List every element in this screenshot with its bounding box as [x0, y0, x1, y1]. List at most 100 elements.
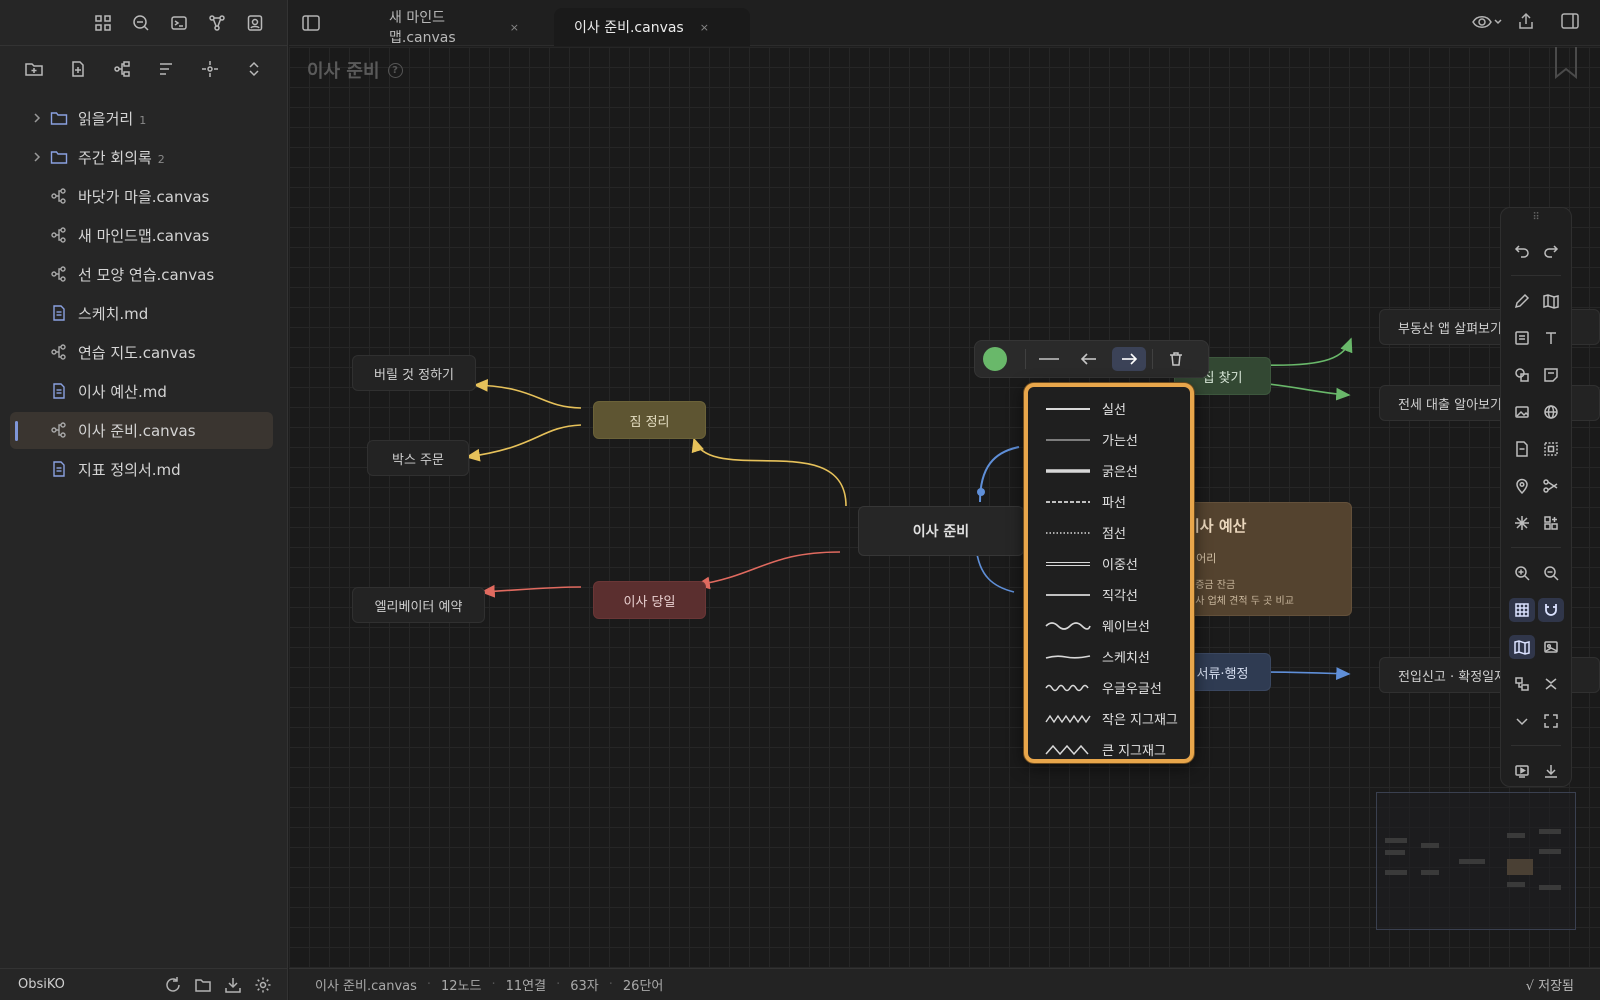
- profile-icon[interactable]: [245, 13, 265, 33]
- undo-icon[interactable]: [1509, 239, 1535, 263]
- export-download-icon[interactable]: [1538, 759, 1564, 783]
- sort-icon[interactable]: [156, 59, 176, 79]
- share-icon[interactable]: [1516, 11, 1538, 33]
- node-box-order[interactable]: 박스 주문: [367, 440, 469, 476]
- refresh-icon[interactable]: [164, 976, 182, 994]
- tree-file-active[interactable]: 이사 준비.canvas: [10, 412, 273, 449]
- graph-icon[interactable]: [207, 13, 227, 33]
- tree-item-label: 스케치.md: [78, 305, 149, 323]
- new-folder-icon[interactable]: [24, 59, 44, 79]
- add-widget-icon[interactable]: [1538, 511, 1564, 535]
- snap-magnet-icon[interactable]: [1537, 598, 1564, 622]
- presentation-icon[interactable]: [1509, 759, 1535, 783]
- download-icon[interactable]: [224, 976, 242, 994]
- group-select-icon[interactable]: [1538, 437, 1564, 461]
- canvas-view[interactable]: 이사 준비 ? 버릴 것 정하기 박스 주문 짐 정리 이사 준비 이사 당일 …: [289, 47, 1600, 968]
- node-elevator[interactable]: 엘리베이터 예약: [352, 587, 485, 623]
- chevron-right-icon[interactable]: [30, 149, 44, 165]
- collapse-icon[interactable]: [1538, 672, 1564, 696]
- file-icon[interactable]: [1509, 437, 1535, 461]
- node-packing[interactable]: 짐 정리: [593, 401, 706, 439]
- tab-new-mindmap[interactable]: 새 마인드맵.canvas ×: [369, 8, 539, 46]
- tree-file[interactable]: 바닷가 마을.canvas: [10, 178, 273, 215]
- line-style-dotted[interactable]: 점선: [1028, 517, 1190, 548]
- status-file-name: 이사 준비.canvas: [315, 979, 417, 994]
- open-folder-icon[interactable]: [194, 976, 212, 994]
- expand-collapse-icon[interactable]: [244, 59, 264, 79]
- right-sidebar-toggle-icon[interactable]: [1560, 11, 1582, 33]
- search-icon[interactable]: [131, 13, 151, 33]
- globe-icon[interactable]: [1538, 400, 1564, 424]
- line-style-large-zigzag[interactable]: 큰 지그재그: [1028, 734, 1190, 765]
- zoom-in-icon[interactable]: [1509, 561, 1535, 585]
- connector-icon[interactable]: [1538, 474, 1564, 498]
- tree-folder-weekly-minutes[interactable]: 주간 회의록 2: [10, 139, 273, 176]
- line-style-menu: 실선 가는선 굵은선 파선 점선 이중선 직각선 웨이브선 스케치선 우글우글선…: [1024, 383, 1194, 763]
- text-card-icon[interactable]: [1509, 326, 1535, 350]
- arrow-right-icon[interactable]: [1112, 347, 1146, 371]
- drag-handle-icon[interactable]: ⠿: [1501, 212, 1571, 226]
- new-note-icon[interactable]: [68, 59, 88, 79]
- tree-file[interactable]: 이사 예산.md: [10, 373, 273, 410]
- node-discard[interactable]: 버릴 것 정하기: [352, 355, 476, 391]
- layout-grid-icon[interactable]: [93, 13, 113, 33]
- line-style-thick[interactable]: 굵은선: [1028, 455, 1190, 486]
- minimap-node: [1459, 859, 1485, 864]
- line-style-small-zigzag[interactable]: 작은 지그재그: [1028, 703, 1190, 734]
- shapes-icon[interactable]: [1509, 363, 1535, 387]
- line-style-icon[interactable]: [1032, 347, 1066, 371]
- locate-file-icon[interactable]: [200, 59, 220, 79]
- vault-name[interactable]: ObsiKO: [18, 977, 164, 992]
- node-moving-day[interactable]: 이사 당일: [593, 581, 706, 619]
- line-style-thin[interactable]: 가는선: [1028, 424, 1190, 455]
- line-style-dashed[interactable]: 파선: [1028, 486, 1190, 517]
- tree-file[interactable]: 지표 정의서.md: [10, 451, 273, 488]
- sidebar-toggle-icon[interactable]: [301, 13, 321, 33]
- edge-paperwork-movein: [1258, 667, 1351, 680]
- line-style-orthogonal[interactable]: 직각선: [1028, 579, 1190, 610]
- tree-file[interactable]: 새 마인드맵.canvas: [10, 217, 273, 254]
- tab-close-icon[interactable]: ×: [700, 21, 709, 34]
- image-export-icon[interactable]: [1538, 635, 1564, 659]
- tree-file[interactable]: 스케치.md: [10, 295, 273, 332]
- minimap[interactable]: [1376, 792, 1576, 930]
- arrange-icon[interactable]: [1509, 672, 1535, 696]
- minimap-toggle-icon[interactable]: [1508, 635, 1535, 659]
- arrow-left-icon[interactable]: [1072, 347, 1106, 371]
- node-budget-card[interactable]: 이사 예산 덩어리 보증금 잔금 이사 업체 견적 두 곳 비교: [1169, 502, 1352, 616]
- map-icon[interactable]: [1538, 289, 1564, 313]
- node-center-moving-prep[interactable]: 이사 준비: [858, 506, 1024, 556]
- tab-close-icon[interactable]: ×: [510, 21, 519, 34]
- image-icon[interactable]: [1509, 400, 1535, 424]
- tab-moving-prep[interactable]: 이사 준비.canvas ×: [554, 8, 750, 46]
- sparkle-icon[interactable]: [1509, 511, 1535, 535]
- text-type-icon[interactable]: [1538, 326, 1564, 350]
- zoom-out-icon[interactable]: [1538, 561, 1564, 585]
- grid-toggle-icon[interactable]: [1508, 598, 1535, 622]
- redo-icon[interactable]: [1538, 239, 1564, 263]
- line-style-double[interactable]: 이중선: [1028, 548, 1190, 579]
- folder-icon: [50, 148, 68, 166]
- minimap-node: [1507, 833, 1525, 838]
- delete-trash-icon[interactable]: [1159, 347, 1193, 371]
- tree-item-label: 연습 지도.canvas: [78, 344, 196, 362]
- pen-icon[interactable]: [1509, 289, 1535, 313]
- line-style-solid[interactable]: 실선: [1028, 393, 1190, 424]
- edge-color-swatch[interactable]: [983, 347, 1007, 371]
- line-style-sketch[interactable]: 스케치선: [1028, 641, 1190, 672]
- fullscreen-icon[interactable]: [1538, 709, 1564, 733]
- tree-file[interactable]: 선 모양 연습.canvas: [10, 256, 273, 293]
- sticky-note-icon[interactable]: [1538, 363, 1564, 387]
- settings-gear-icon[interactable]: [254, 976, 272, 994]
- map-pin-icon[interactable]: [1509, 474, 1535, 498]
- chevron-right-icon[interactable]: [30, 110, 44, 126]
- tree-folder-reading[interactable]: 읽을거리 1: [10, 100, 273, 137]
- new-canvas-icon[interactable]: [112, 59, 132, 79]
- line-style-wobbly[interactable]: 우글우글선: [1028, 672, 1190, 703]
- line-style-wave[interactable]: 웨이브선: [1028, 610, 1190, 641]
- chevron-down-icon[interactable]: [1509, 709, 1535, 733]
- tree-file[interactable]: 연습 지도.canvas: [10, 334, 273, 371]
- minimap-node: [1421, 870, 1439, 875]
- terminal-icon[interactable]: [169, 13, 189, 33]
- view-mode-eye-icon[interactable]: [1472, 11, 1502, 33]
